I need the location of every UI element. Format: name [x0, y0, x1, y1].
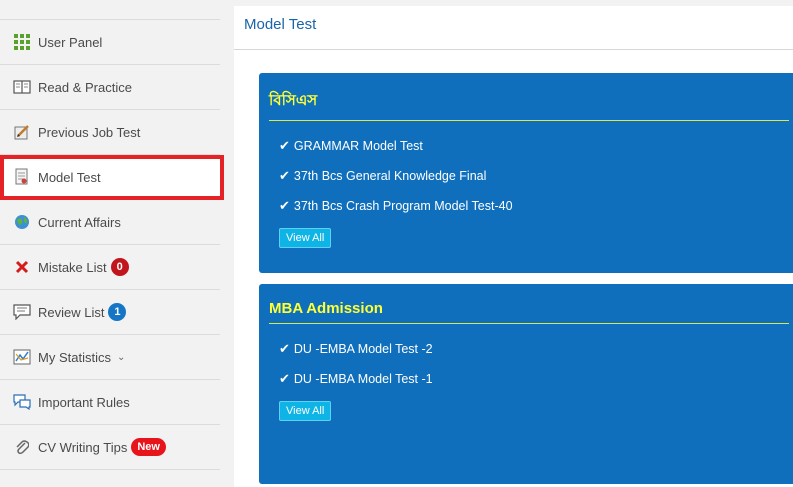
sidebar-item-model-test[interactable]: Model Test — [0, 155, 224, 200]
test-list: ✔ GRAMMAR Model Test ✔ 37th Bcs General Kn… — [269, 131, 789, 221]
main-content: Model Test বিসিএস ✔ GRAMMAR Model Test ✔ 3… — [234, 6, 793, 487]
view-all-button[interactable]: View All — [279, 401, 332, 421]
paperclip-icon — [13, 438, 31, 456]
sidebar-item-label: Important Rules — [38, 394, 130, 410]
chat-icon — [13, 393, 31, 411]
test-category-card: MBA Admission ✔ DU -EMBA Model Test -2 ✔ D… — [259, 284, 793, 484]
sidebar-item-label: Model Test — [38, 169, 101, 185]
sidebar-item-important-rules[interactable]: Important Rules — [0, 380, 220, 425]
test-link-label: 37th Bcs General Knowledge Final — [293, 169, 487, 183]
card-title: বিসিএস — [269, 89, 789, 121]
check-icon: ✔ — [279, 198, 290, 213]
globe-icon — [13, 213, 31, 231]
check-icon: ✔ — [279, 168, 290, 183]
mistake-count-badge: 0 — [110, 258, 129, 276]
test-list: ✔ DU -EMBA Model Test -2 ✔ DU -EMBA Model … — [269, 334, 789, 394]
check-icon: ✔ — [279, 341, 290, 356]
sidebar-item-label: User Panel — [38, 34, 103, 50]
document-icon — [13, 168, 31, 186]
sidebar-item-label: Previous Job Test — [38, 124, 141, 140]
new-badge: New — [131, 438, 166, 456]
sidebar-item-label: CV Writing Tips — [38, 439, 128, 455]
sidebar-item-previous-job-test[interactable]: Previous Job Test — [0, 110, 220, 155]
pencil-icon — [13, 123, 31, 141]
sidebar: User Panel Read & Practice Previous Job … — [0, 0, 224, 487]
test-link-label: GRAMMAR Model Test — [293, 139, 423, 153]
test-link[interactable]: ✔ DU -EMBA Model Test -1 — [269, 364, 789, 394]
view-all-button[interactable]: View All — [279, 228, 332, 248]
card-title: MBA Admission — [269, 300, 789, 324]
sidebar-item-my-statistics[interactable]: My Statistics ⌄ — [0, 335, 220, 380]
sidebar-item-read-practice[interactable]: Read & Practice — [0, 65, 220, 110]
sidebar-item-label: Current Affairs — [38, 214, 121, 230]
test-link[interactable]: ✔ DU -EMBA Model Test -2 — [269, 334, 789, 364]
page-title: Model Test — [234, 6, 793, 50]
check-icon: ✔ — [279, 138, 290, 153]
test-link[interactable]: ✔ 37th Bcs General Knowledge Final — [269, 161, 789, 191]
book-icon — [13, 78, 31, 96]
test-link-label: DU -EMBA Model Test -1 — [293, 372, 433, 386]
check-icon: ✔ — [279, 371, 290, 386]
sidebar-item-cv-writing-tips[interactable]: CV Writing Tips New — [0, 425, 220, 470]
test-link[interactable]: ✔ 37th Bcs Crash Program Model Test-40 — [269, 191, 789, 221]
comment-icon — [13, 303, 31, 321]
grid-icon — [13, 33, 31, 51]
test-link-label: 37th Bcs Crash Program Model Test-40 — [293, 199, 513, 213]
sidebar-item-review-list[interactable]: Review List 1 — [0, 290, 220, 335]
test-link[interactable]: ✔ GRAMMAR Model Test — [269, 131, 789, 161]
test-category-card: বিসিএস ✔ GRAMMAR Model Test ✔ 37th Bcs Gen… — [259, 73, 793, 273]
sidebar-top-spacer — [0, 0, 220, 20]
sidebar-item-user-panel[interactable]: User Panel — [0, 20, 220, 65]
chart-icon — [13, 348, 31, 366]
sidebar-item-label: My Statistics — [38, 349, 111, 365]
review-count-badge: 1 — [108, 303, 127, 321]
chevron-down-icon: ⌄ — [116, 351, 126, 363]
sidebar-item-current-affairs[interactable]: Current Affairs — [0, 200, 220, 245]
close-icon — [13, 258, 31, 276]
sidebar-item-label: Read & Practice — [38, 79, 132, 95]
sidebar-item-mistake-list[interactable]: Mistake List 0 — [0, 245, 220, 290]
sidebar-item-label: Review List — [38, 304, 105, 320]
test-link-label: DU -EMBA Model Test -2 — [293, 342, 433, 356]
sidebar-item-label: Mistake List — [38, 259, 107, 275]
